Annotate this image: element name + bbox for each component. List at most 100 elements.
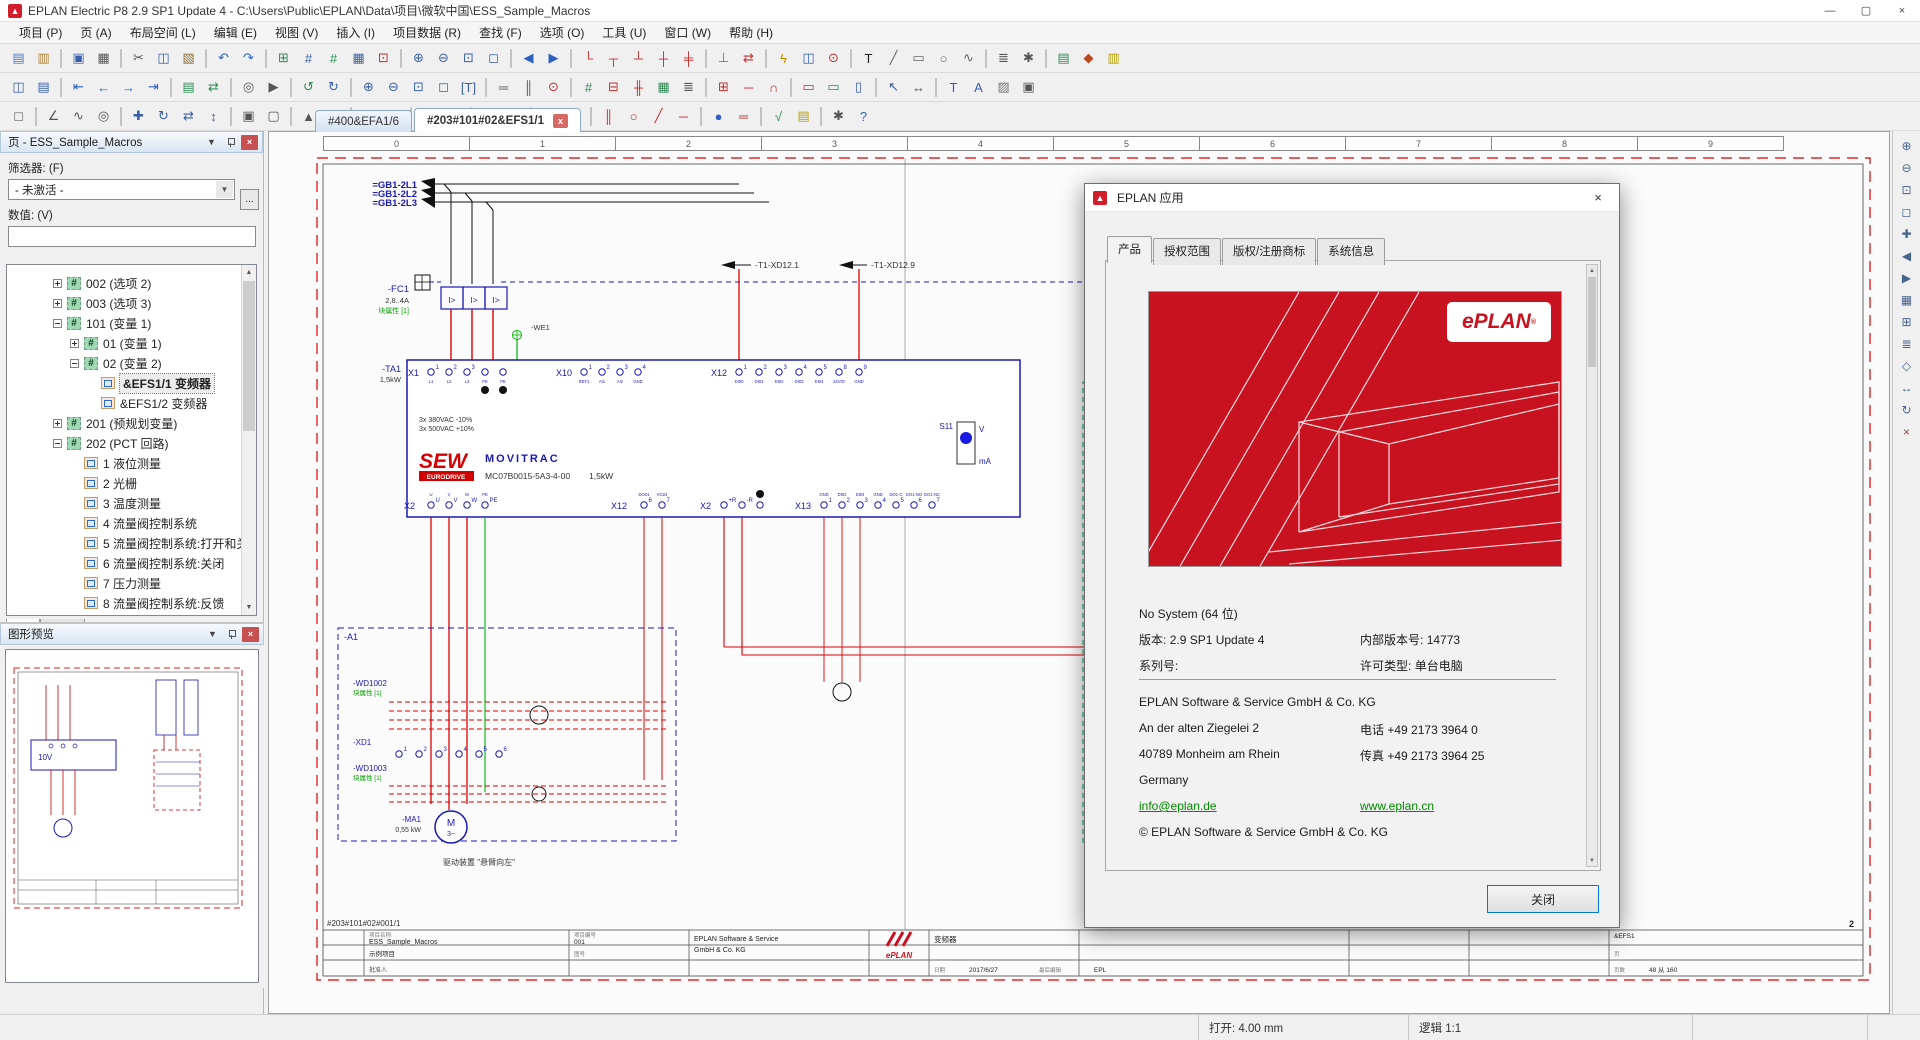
zoom-page-icon[interactable]: ◻ [431,76,456,99]
filter-combo[interactable]: - 未激活 - ▼ [8,179,235,200]
search-icon[interactable]: ◎ [236,76,261,99]
nav-last-icon[interactable]: ⇥ [141,76,166,99]
toolbar-icon[interactable] [570,77,572,97]
tab-close-icon[interactable]: x [553,113,568,128]
toolbar-icon[interactable] [350,77,352,97]
page-prev-icon[interactable]: ◀ [516,47,541,70]
plc-navigator-icon[interactable]: ▦ [651,76,676,99]
dialog-close-button[interactable]: 关闭 [1487,885,1599,913]
panel-close-icon[interactable]: × [241,134,258,150]
scroll-thumb[interactable] [1588,277,1596,367]
page-open-icon[interactable]: ▥ [31,47,56,70]
terminal-pin[interactable] [455,750,463,758]
toolbar-icon[interactable] [230,77,232,97]
graphic-select-icon[interactable]: ◻ [6,105,31,128]
tree-item[interactable]: # 204 (箱柜设备) [7,613,241,615]
menu-item[interactable]: 项目数据 (R) [384,22,470,43]
strip-zoom-page-icon[interactable]: ◻ [1895,201,1918,223]
scroll-up-icon[interactable]: ▲ [1587,265,1597,276]
menu-item[interactable]: 窗口 (W) [655,22,720,43]
tree-item[interactable]: &EFS1/1 变频器 [7,372,241,394]
properties-icon[interactable]: ✱ [1016,47,1041,70]
grid-b-icon[interactable]: # [321,47,346,70]
paste-icon[interactable]: ▧ [176,47,201,70]
rotate-icon[interactable]: ↻ [151,105,176,128]
tree-item[interactable]: # 202 (PCT 回路) [7,433,241,453]
insert-symbol-icon[interactable]: ϟ [771,47,796,70]
strip-select-icon[interactable]: ◇ [1895,355,1918,377]
minimize-button[interactable]: — [1812,0,1848,21]
insert-device-icon[interactable]: ⊙ [821,47,846,70]
stretch-icon[interactable]: ↕ [201,105,226,128]
zoom-window-icon[interactable]: ⊡ [456,47,481,70]
chevron-down-icon[interactable]: ▼ [216,181,233,198]
strip-zoom-in-icon[interactable]: ⊕ [1895,135,1918,157]
toolbar-icon[interactable] [400,48,402,68]
insert-macro-icon[interactable]: ◫ [796,47,821,70]
dialog-close-icon[interactable]: × [1583,187,1613,209]
search-next-icon[interactable]: ▶ [261,76,286,99]
terminal-pin[interactable] [415,750,423,758]
layers-icon[interactable]: ≣ [991,47,1016,70]
nc-contact-icon[interactable]: ╱ [646,105,671,128]
message-list-icon[interactable]: ▥ [1101,47,1126,70]
nav-first-icon[interactable]: ⇤ [66,76,91,99]
black-box-icon[interactable]: ▭ [796,76,821,99]
plc-point-icon[interactable]: ● [706,105,731,128]
toolbar-icon[interactable] [35,106,37,126]
zoom-out2-icon[interactable]: ⊖ [381,76,406,99]
strip-pan-icon[interactable]: ✚ [1895,223,1918,245]
tree-item[interactable]: # 01 (变量 1) [7,333,241,353]
toolbar-icon[interactable] [1045,48,1047,68]
window-tile-icon[interactable]: ▤ [31,76,56,99]
no-contact-icon[interactable]: ─ [671,105,696,128]
menu-item[interactable]: 编辑 (E) [205,22,266,43]
grid-a-icon[interactable]: # [296,47,321,70]
panel-menu-icon[interactable]: ▼ [203,135,220,150]
expander-icon[interactable] [70,358,79,368]
move-icon[interactable]: ✚ [126,105,151,128]
toolbar-icon[interactable] [590,106,592,126]
toolbar-icon[interactable] [705,48,707,68]
scroll-up-icon[interactable]: ▲ [242,265,256,280]
menu-item[interactable]: 视图 (V) [266,22,327,43]
pin-icon[interactable] [222,135,239,150]
strip-snap-icon[interactable]: ⊞ [1895,311,1918,333]
terminal-pin[interactable] [815,368,823,376]
message-icon[interactable]: ▤ [791,105,816,128]
toolbar-icon[interactable] [510,48,512,68]
expander-icon[interactable] [53,298,62,308]
terminal-pin[interactable] [580,368,588,376]
terminal-pin[interactable] [820,501,828,509]
toolbar-icon[interactable] [700,106,702,126]
website-link[interactable]: www.eplan.cn [1360,799,1434,813]
redo-icon[interactable]: ↷ [236,47,261,70]
terminal-pin[interactable] [445,501,453,509]
toolbar-icon[interactable] [60,48,62,68]
structure-box-icon[interactable]: ▭ [821,76,846,99]
tree-item[interactable]: 5 流量阀控制系统:打开和关闭 [7,533,256,553]
edit-cable-icon[interactable]: ─ [736,76,761,99]
undo-icon[interactable]: ↶ [211,47,236,70]
check-icon[interactable]: √ [766,105,791,128]
terminal-pin[interactable] [640,501,648,509]
strip-zoom-out-icon[interactable]: ⊖ [1895,157,1918,179]
toolbar-icon[interactable] [820,106,822,126]
scroll-down-icon[interactable]: ▼ [242,600,256,615]
group2-icon[interactable]: ▣ [236,105,261,128]
insert-arc-icon[interactable]: ∿ [66,105,91,128]
settings-icon[interactable]: ✱ [826,105,851,128]
terminal-pin[interactable] [720,501,728,509]
menu-item[interactable]: 插入 (I) [327,22,384,43]
terminal-pin[interactable] [874,501,882,509]
grid-c-icon[interactable]: ▦ [346,47,371,70]
tree-item[interactable]: 6 流量阀控制系统:关闭 [7,553,241,573]
value-input[interactable] [8,226,256,247]
strip-prev-icon[interactable]: ◀ [1895,245,1918,267]
terminal-pin[interactable] [427,501,435,509]
copy-icon[interactable]: ◫ [151,47,176,70]
terminal-pin[interactable] [499,368,507,376]
maximize-button[interactable]: ▢ [1848,0,1884,21]
editor-tab[interactable]: #203#101#02&EFS1/1 x [413,108,581,132]
strip-layers-icon[interactable]: ≣ [1895,333,1918,355]
